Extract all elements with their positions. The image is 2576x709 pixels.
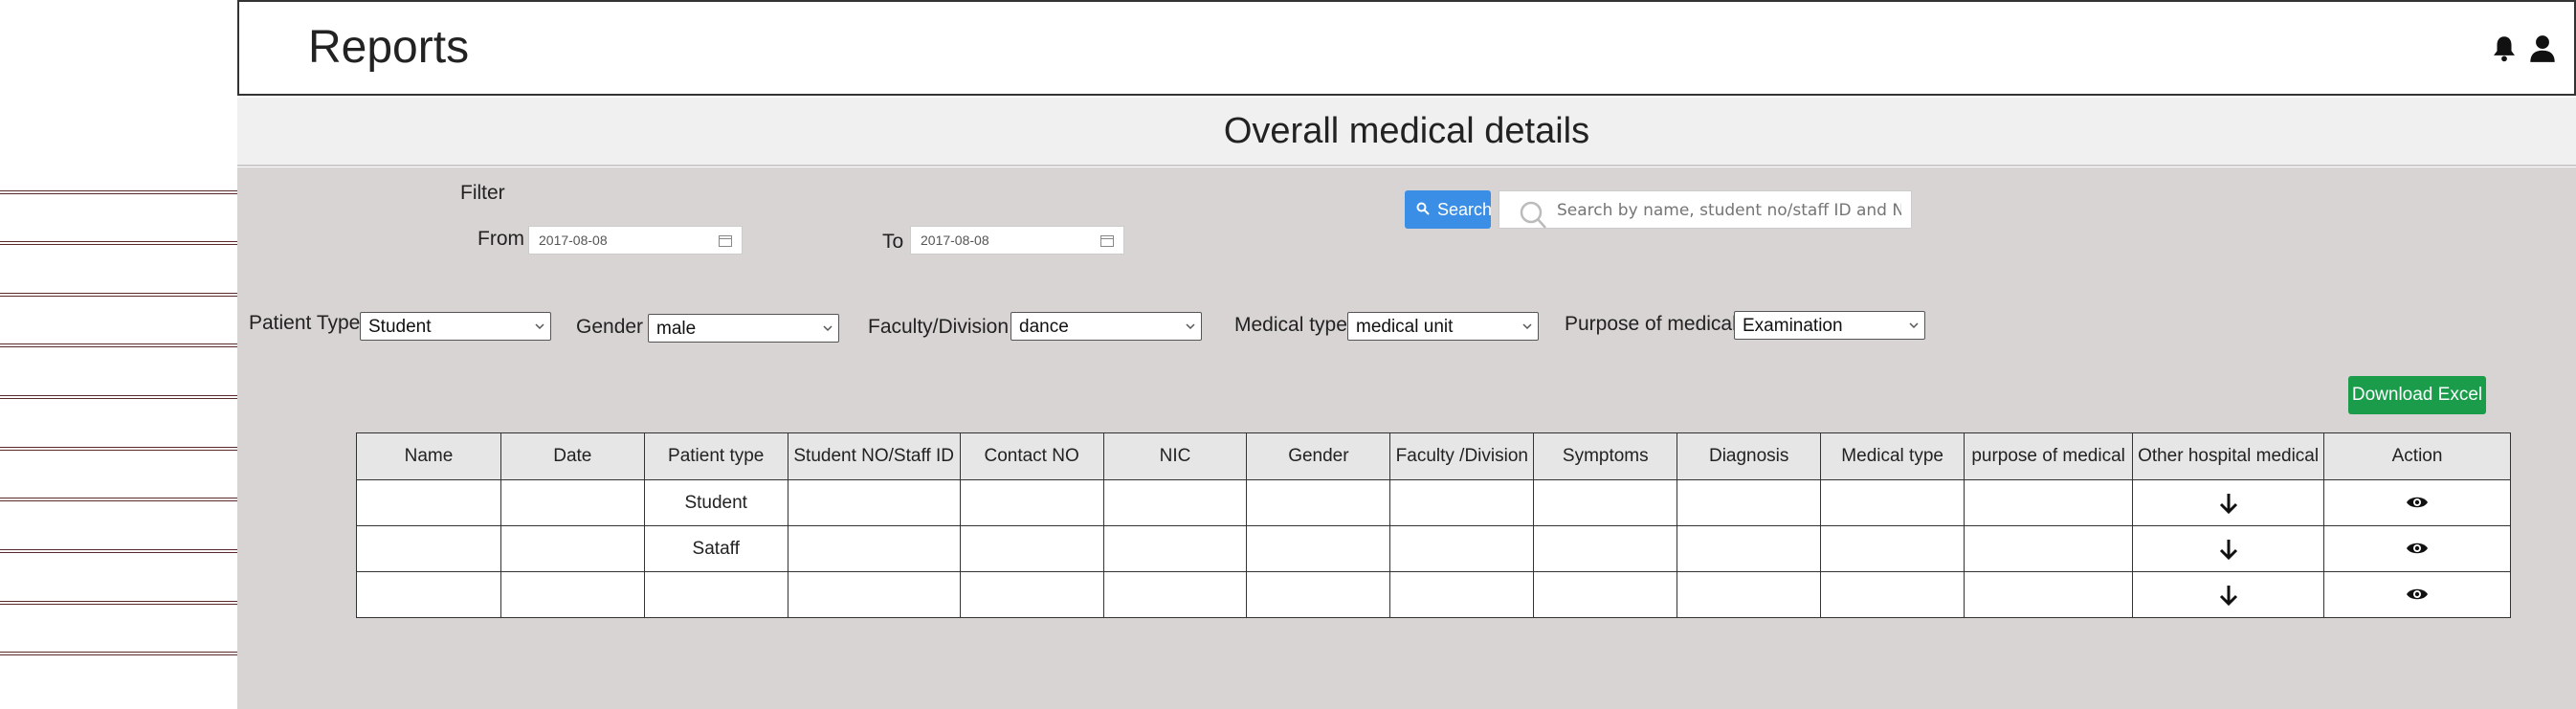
from-date-input[interactable]: 2017-08-08	[528, 226, 743, 255]
search-input[interactable]	[1557, 197, 1901, 224]
patient-type-label: Patient Type	[249, 312, 361, 334]
top-bar: Reports	[237, 0, 2576, 96]
medical-type-value: medical unit	[1356, 317, 1454, 337]
eye-icon[interactable]	[2406, 495, 2429, 510]
table-row: Student	[356, 479, 2511, 526]
section-title: Overall medical details	[1223, 111, 1590, 151]
purpose-value: Examination	[1743, 316, 1843, 336]
download-excel-button[interactable]: Download Excel	[2348, 376, 2486, 414]
column-header: Gender	[1246, 432, 1391, 480]
column-header: Student NO/Staff ID	[787, 432, 961, 480]
column-header: NIC	[1102, 432, 1248, 480]
column-header: Other hospital medical	[2132, 432, 2325, 480]
purpose-select[interactable]: Examination	[1734, 311, 1925, 340]
table-row	[356, 571, 2511, 618]
patient-type-value: Student	[368, 317, 432, 337]
column-header: Name	[356, 432, 501, 480]
faculty-label: Faculty/Division	[868, 316, 1010, 338]
sidebar-item-1[interactable]	[0, 190, 237, 194]
content-area: Filter From 2017-08-08 To 2017-08-08 Sea…	[237, 167, 2576, 709]
sidebar-item-9[interactable]	[0, 601, 237, 605]
column-header: purpose of medical	[1964, 432, 2134, 480]
column-header: Diagnosis	[1677, 432, 1822, 480]
table-row: Sataff	[356, 525, 2511, 572]
eye-icon[interactable]	[2406, 587, 2429, 602]
sidebar-item-10[interactable]	[0, 652, 237, 655]
from-label: From	[477, 228, 524, 250]
from-date-value: 2017-08-08	[539, 233, 608, 248]
chevron-down-icon	[535, 323, 544, 330]
column-header: Date	[500, 432, 645, 480]
calendar-icon[interactable]	[1100, 234, 1114, 247]
chevron-down-icon	[823, 325, 833, 332]
faculty-select[interactable]: dance	[1010, 312, 1202, 341]
chevron-down-icon	[1522, 323, 1532, 330]
bell-icon[interactable]	[2491, 34, 2518, 63]
table-header-row: Name Date Patient type Student NO/Staff …	[356, 432, 2511, 480]
sidebar-item-4[interactable]	[0, 343, 237, 347]
arrow-down-icon[interactable]	[2218, 492, 2239, 515]
sidebar-item-3[interactable]	[0, 293, 237, 297]
gender-label: Gender	[576, 316, 644, 338]
gender-select[interactable]: male	[648, 314, 839, 343]
to-label: To	[882, 231, 904, 253]
arrow-down-icon[interactable]	[2218, 538, 2239, 561]
faculty-value: dance	[1019, 317, 1069, 337]
column-header: Contact NO	[959, 432, 1104, 480]
calendar-icon[interactable]	[719, 234, 732, 247]
section-header: Overall medical details	[237, 98, 2576, 166]
chevron-down-icon	[1909, 322, 1919, 329]
medical-details-table: Name Date Patient type Student NO/Staff …	[356, 432, 2511, 618]
sidebar-item-7[interactable]	[0, 498, 237, 501]
patient-type-cell	[643, 571, 788, 618]
page-title: Reports	[308, 22, 470, 73]
purpose-label: Purpose of medical	[1565, 313, 1737, 335]
arrow-down-icon[interactable]	[2218, 584, 2239, 607]
sidebar-item-5[interactable]	[0, 395, 237, 399]
search-button[interactable]: Search	[1405, 190, 1493, 229]
medical-type-label: Medical type	[1234, 314, 1347, 336]
search-icon	[1520, 201, 1546, 229]
filter-title: Filter	[460, 182, 505, 204]
user-icon[interactable]	[2529, 34, 2556, 63]
column-header: Faculty /Division	[1389, 432, 1535, 480]
column-header: Medical type	[1820, 432, 1965, 480]
patient-type-cell: Student	[643, 479, 788, 526]
search-button-label: Search	[1437, 200, 1493, 219]
search-icon	[1416, 202, 1430, 215]
sidebar-item-8[interactable]	[0, 549, 237, 553]
sidebar-item-6[interactable]	[0, 447, 237, 451]
to-date-value: 2017-08-08	[921, 233, 989, 248]
eye-icon[interactable]	[2406, 541, 2429, 556]
column-header: Symptoms	[1533, 432, 1678, 480]
sidebar	[0, 0, 237, 709]
medical-type-select[interactable]: medical unit	[1347, 312, 1539, 341]
to-date-input[interactable]: 2017-08-08	[910, 226, 1124, 255]
column-header: Patient type	[643, 432, 788, 480]
search-box[interactable]	[1499, 190, 1912, 229]
column-header: Action	[2323, 432, 2511, 480]
chevron-down-icon	[1186, 323, 1195, 330]
patient-type-select[interactable]: Student	[360, 312, 551, 341]
sidebar-item-2[interactable]	[0, 241, 237, 245]
patient-type-cell: Sataff	[643, 525, 788, 572]
gender-value: male	[656, 319, 697, 339]
